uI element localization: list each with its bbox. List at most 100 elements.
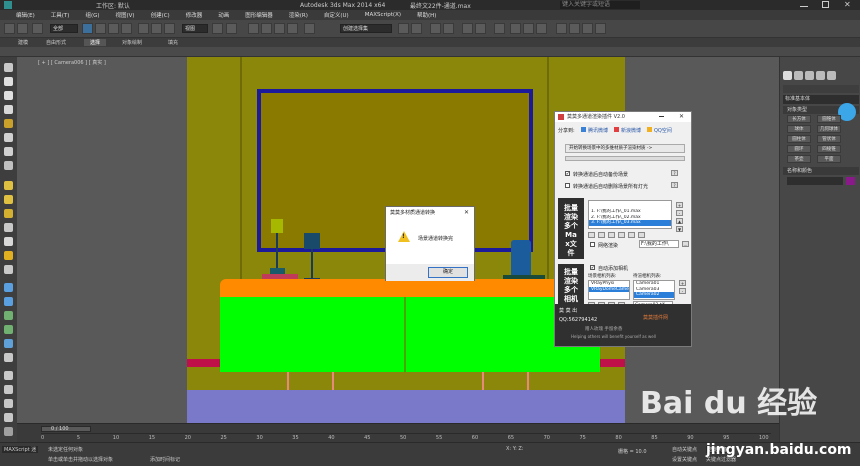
sphere-button[interactable]: 球体 <box>787 125 811 133</box>
extra-tool-icon-2[interactable] <box>569 23 580 34</box>
file-tool-button[interactable] <box>588 232 595 238</box>
menu-item-modifiers[interactable]: 修改器 <box>186 11 203 19</box>
minimize-button[interactable] <box>800 6 808 7</box>
tool-icon-19[interactable] <box>4 325 13 334</box>
tool-icon-11[interactable] <box>4 209 13 218</box>
scene-camera-list[interactable]: VRayPhysi VRayDomeCamera <box>588 280 630 300</box>
tab-object-paint[interactable]: 对象绘制 <box>122 39 142 46</box>
tool-icon-26[interactable] <box>4 427 13 436</box>
tool-icon-18[interactable] <box>4 311 13 320</box>
share-weibo-link[interactable]: 腾讯微博 <box>588 127 608 134</box>
menu-item-help[interactable]: 帮助(H) <box>417 11 436 19</box>
camera-add-button[interactable]: + <box>679 280 686 286</box>
file-tool-button[interactable] <box>598 232 605 238</box>
pyramid-button[interactable]: 四棱锥 <box>817 145 841 153</box>
teapot-button[interactable]: 茶壶 <box>787 155 811 163</box>
menu-item-customize[interactable]: 自定义(U) <box>324 11 349 19</box>
menu-item-group[interactable]: 组(G) <box>85 11 99 19</box>
menu-item-edit[interactable]: 编辑(E) <box>16 11 35 19</box>
tab-modeling[interactable]: 建模 <box>18 39 28 46</box>
add-file-button[interactable]: + <box>676 202 683 208</box>
material-editor-icon[interactable] <box>494 23 505 34</box>
share-qzone-link[interactable]: QQ空间 <box>654 127 672 134</box>
auto-save-help[interactable]: ? <box>671 170 678 176</box>
extra-tool-icon-4[interactable] <box>595 23 606 34</box>
list-item[interactable]: Camera02 <box>634 292 674 298</box>
selection-filter-select[interactable]: 全部 <box>50 24 78 33</box>
name-color-header[interactable]: 名称和颜色 <box>783 167 859 175</box>
workspace-label[interactable]: 工作区: 默认 <box>96 1 130 10</box>
motion-tab-icon[interactable] <box>816 71 825 80</box>
rotate-icon[interactable] <box>151 23 162 34</box>
object-name-field[interactable] <box>787 177 843 185</box>
percent-snap-icon[interactable] <box>274 23 285 34</box>
schematic-view-icon[interactable] <box>475 23 486 34</box>
menu-item-rendering[interactable]: 渲染(R) <box>289 11 308 19</box>
plugin-site-link[interactable]: 莫莫插件网 <box>643 314 668 321</box>
align-icon[interactable] <box>411 23 422 34</box>
curve-editor-icon[interactable] <box>462 23 473 34</box>
tool-icon-8[interactable] <box>4 161 13 170</box>
select-object-icon[interactable] <box>82 23 93 34</box>
auto-save-checkbox[interactable]: ✔ <box>565 171 570 176</box>
edit-named-sets-icon[interactable] <box>304 23 315 34</box>
file-tool-button[interactable] <box>618 232 625 238</box>
window-crossing-icon[interactable] <box>121 23 132 34</box>
tool-icon-1[interactable] <box>4 63 13 72</box>
auto-key-button[interactable]: 自动关键点 <box>672 446 697 453</box>
net-render-checkbox[interactable] <box>590 242 595 247</box>
add-time-tag[interactable]: 添加时间标记 <box>150 456 180 463</box>
close-button[interactable]: ✕ <box>844 0 851 9</box>
select-by-name-icon[interactable] <box>95 23 106 34</box>
tool-icon-20[interactable] <box>4 339 13 348</box>
named-selection-set-select[interactable]: 创建选择集 <box>340 24 392 33</box>
reference-coord-select[interactable]: 视图 <box>182 24 208 33</box>
render-icon[interactable] <box>536 23 547 34</box>
menu-item-maxscript[interactable]: MAXScript(X) <box>365 12 401 18</box>
plugin-minimize-button[interactable] <box>659 116 664 117</box>
tool-icon-22[interactable] <box>4 371 13 380</box>
torus-button[interactable]: 圆环 <box>787 145 811 153</box>
tool-icon-4[interactable] <box>4 105 13 114</box>
plugin-close-button[interactable]: ✕ <box>679 113 684 120</box>
link-icon[interactable] <box>32 23 43 34</box>
tab-populate[interactable]: 填充 <box>168 39 178 46</box>
cone-button[interactable]: 圆锥体 <box>817 115 841 123</box>
tool-icon-13[interactable] <box>4 237 13 246</box>
move-up-file-button[interactable]: ▲ <box>676 218 683 224</box>
graphite-tools-icon[interactable] <box>443 23 454 34</box>
geosphere-button[interactable]: 几何球体 <box>817 125 841 133</box>
display-tab-icon[interactable] <box>827 71 836 80</box>
tool-icon-5[interactable] <box>4 119 13 128</box>
menu-item-graph-editors[interactable]: 图形编辑器 <box>245 11 273 19</box>
menu-item-animation[interactable]: 动画 <box>218 11 229 19</box>
tool-icon-2[interactable] <box>4 77 13 86</box>
app-icon[interactable] <box>4 1 12 9</box>
move-icon[interactable] <box>138 23 149 34</box>
menu-item-tools[interactable]: 工具(T) <box>51 11 70 19</box>
list-item[interactable]: 3. F:\我的工作\_03.max <box>589 220 671 226</box>
tool-icon-6[interactable] <box>4 133 13 142</box>
tool-icon-25[interactable] <box>4 413 13 422</box>
tool-icon-10[interactable] <box>4 195 13 204</box>
snaps-toggle-icon[interactable] <box>248 23 259 34</box>
object-color-swatch[interactable] <box>846 177 855 185</box>
hierarchy-tab-icon[interactable] <box>805 71 814 80</box>
tool-icon-21[interactable] <box>4 353 13 362</box>
auto-delete-help[interactable]: ? <box>671 182 678 188</box>
extra-tool-icon-1[interactable] <box>556 23 567 34</box>
pivot-icon[interactable] <box>212 23 223 34</box>
tool-icon-15[interactable] <box>4 265 13 274</box>
box-button[interactable]: 长方体 <box>787 115 811 123</box>
render-setup-icon[interactable] <box>510 23 521 34</box>
angle-snap-icon[interactable] <box>261 23 272 34</box>
mirror-icon[interactable] <box>398 23 409 34</box>
rect-select-icon[interactable] <box>108 23 119 34</box>
rendered-frame-window-icon[interactable] <box>523 23 534 34</box>
spinner-snap-icon[interactable] <box>287 23 298 34</box>
tool-icon-17[interactable] <box>4 297 13 306</box>
auto-delete-checkbox[interactable] <box>565 183 570 188</box>
create-tab-icon[interactable] <box>783 71 792 80</box>
dialog-close-button[interactable]: ✕ <box>464 209 469 216</box>
file-tool-button[interactable] <box>608 232 615 238</box>
